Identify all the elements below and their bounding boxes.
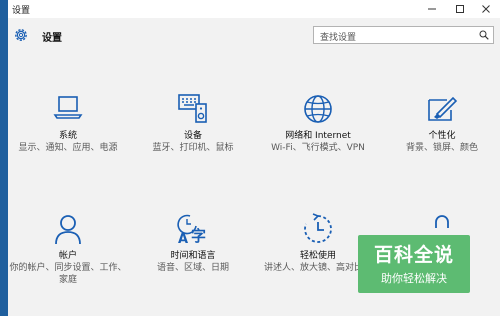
tile-label: 设备 — [183, 131, 202, 141]
tile-desc: 背景、锁屏、颜色 — [405, 143, 478, 153]
window-title: 设置 — [12, 6, 31, 16]
globe-icon — [304, 95, 332, 123]
settings-window: 设置 设置 查找设置 系统 显示、通知、应用、电源 设备 蓝牙、打印机、鼠标 网… — [8, 0, 500, 316]
close-button[interactable] — [472, 0, 500, 18]
person-icon — [55, 215, 81, 245]
ease-of-access-icon — [304, 213, 332, 243]
minimize-icon — [428, 8, 436, 10]
gear-icon — [15, 29, 27, 41]
tile-label: 时间和语言 — [170, 251, 216, 261]
tile-desc: 蓝牙、打印机、鼠标 — [152, 143, 234, 153]
search-input[interactable]: 查找设置 — [313, 26, 494, 44]
devices-icon — [178, 94, 207, 123]
tile-label: 帐户 — [58, 251, 77, 261]
tile-label: 系统 — [58, 131, 77, 141]
svg-text:字: 字 — [191, 227, 206, 245]
watermark-subtitle: 助你轻松解决 — [381, 272, 447, 285]
laptop-icon — [53, 96, 83, 119]
tile-desc: 你的帐户、同步设置、工作、家庭 — [9, 263, 127, 285]
minimize-button[interactable] — [418, 0, 446, 18]
tile-desc: 语音、区域、日期 — [156, 263, 229, 273]
watermark: 百科全说 助你轻松解决 — [358, 235, 470, 293]
maximize-icon — [456, 5, 464, 13]
search-icon[interactable] — [479, 30, 489, 40]
tile-label: 网络和 Internet — [285, 131, 351, 141]
search-placeholder: 查找设置 — [320, 33, 357, 43]
title-bar: 设置 — [8, 0, 500, 18]
page-title: 设置 — [42, 33, 62, 44]
watermark-title: 百科全说 — [373, 244, 454, 266]
tile-label: 个性化 — [428, 131, 456, 141]
paint-brush-icon — [428, 96, 458, 121]
language-icon: A 字 — [177, 214, 206, 246]
svg-text:A: A — [178, 232, 188, 246]
tile-desc: 显示、通知、应用、电源 — [18, 143, 118, 153]
tile-desc: Wi-Fi、飞行模式、VPN — [271, 143, 365, 153]
close-icon — [482, 5, 490, 13]
maximize-button[interactable] — [446, 0, 474, 18]
